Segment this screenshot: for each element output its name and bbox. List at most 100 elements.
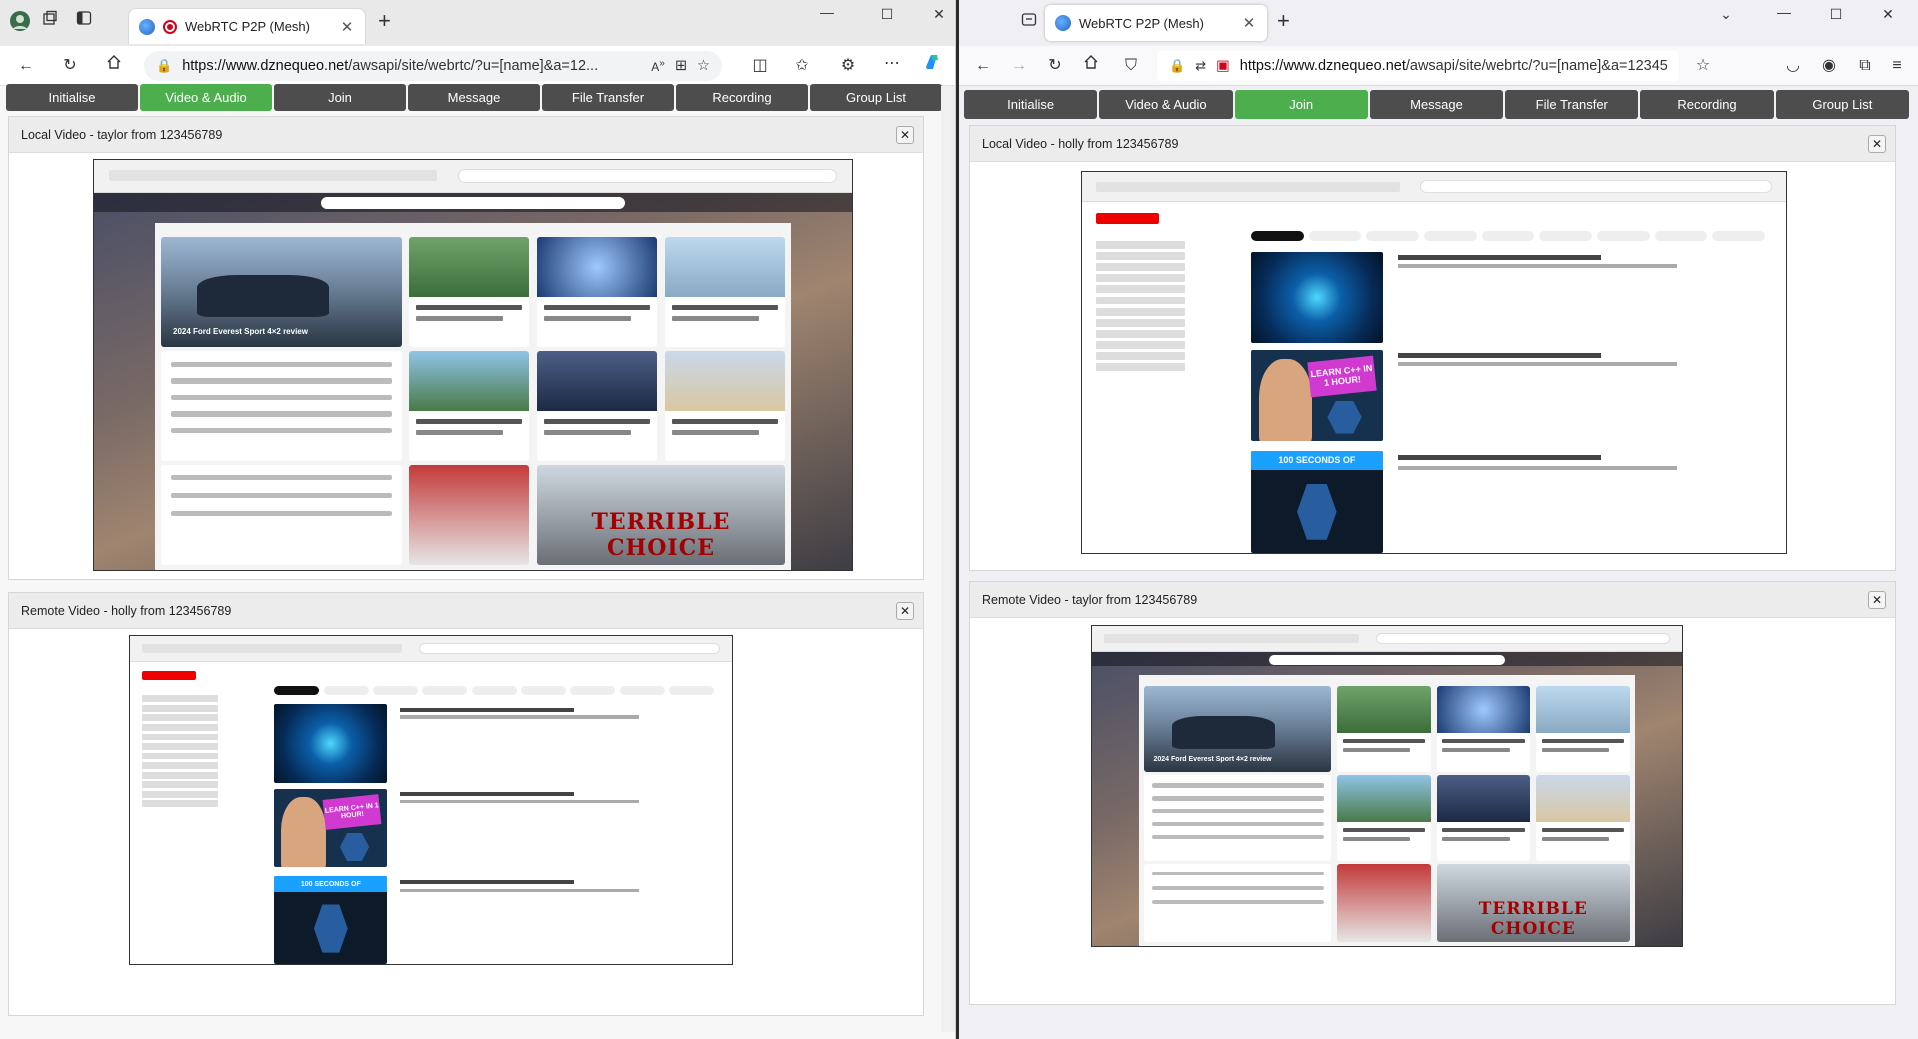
video-caption: 2024 Ford Everest Sport 4×2 review bbox=[1153, 756, 1272, 764]
url-path: /awsapi/site/webrtc/?u=[name]&a=12345 bbox=[1405, 58, 1667, 74]
tab-close-icon[interactable]: ✕ bbox=[1241, 14, 1257, 32]
app-menu-icon[interactable]: ≡ bbox=[1885, 54, 1909, 78]
lock-icon: 🔒 bbox=[156, 58, 173, 73]
video-banner: TERRIBLE CHOICE bbox=[1478, 898, 1588, 939]
remote-video-close-icon[interactable]: ✕ bbox=[1868, 591, 1886, 609]
tab-actions-icon[interactable] bbox=[72, 10, 96, 34]
remote-video-title: Remote Video - taylor from 123456789 bbox=[970, 582, 1895, 618]
address-bar-area: ← ↻ 🔒 https://www.dznequeo.net/awsapi/si… bbox=[0, 46, 955, 86]
tab-overview-icon[interactable] bbox=[1017, 11, 1041, 35]
site-favicon-icon bbox=[139, 18, 155, 35]
window-close-icon[interactable]: ✕ bbox=[924, 6, 954, 23]
group-list-button[interactable]: Group List bbox=[1775, 90, 1909, 119]
active-tab[interactable]: WebRTC P2P (Mesh) ✕ bbox=[128, 8, 366, 44]
shared-screen-microsoft-start: 2024 Ford Everest Sport 4×2 review TERRI… bbox=[94, 192, 852, 570]
maximize-icon[interactable]: ☐ bbox=[1821, 6, 1851, 23]
minimize-icon[interactable]: — bbox=[1769, 4, 1799, 20]
file-transfer-button[interactable]: File Transfer bbox=[542, 84, 674, 111]
group-list-button[interactable]: Group List bbox=[810, 84, 942, 111]
join-button[interactable]: Join bbox=[1234, 90, 1368, 119]
local-video-panel: Local Video - taylor from 123456789 ✕ 20… bbox=[8, 116, 924, 580]
tracking-shield-icon[interactable]: ⛉ bbox=[1119, 54, 1143, 78]
camera-sharing-icon[interactable]: ▣ bbox=[1216, 58, 1230, 74]
video-audio-button[interactable]: Video & Audio bbox=[1099, 90, 1233, 119]
message-button[interactable]: Message bbox=[1369, 90, 1504, 119]
page-scrollbar[interactable] bbox=[1904, 86, 1918, 1032]
url-field[interactable]: 🔒 https://www.dznequeo.net/awsapi/site/w… bbox=[144, 51, 722, 81]
tab-strip: WebRTC P2P (Mesh) ✕ + — ☐ ✕ bbox=[0, 0, 955, 46]
remote-video-stream: LEARN C++ IN 1 HOUR! 100 SECONDS OF bbox=[129, 635, 733, 965]
url-field[interactable]: 🔒 ⇄ ▣ https://www.dznequeo.net/awsapi/si… bbox=[1157, 51, 1679, 81]
maximize-icon[interactable]: ☐ bbox=[872, 6, 902, 23]
bookmark-star-icon[interactable]: ☆ bbox=[1691, 54, 1715, 78]
video-caption: 2024 Ford Everest Sport 4×2 review bbox=[173, 326, 308, 336]
read-aloud-icon[interactable]: A» bbox=[651, 58, 665, 74]
url-domain: https://www.dznequeo.net bbox=[1239, 58, 1406, 74]
remote-video-panel: Remote Video - taylor from 123456789 ✕ 2… bbox=[969, 581, 1896, 1005]
initialise-button[interactable]: Initialise bbox=[6, 84, 138, 111]
shared-screen-microsoft-start: 2024 Ford Everest Sport 4×2 review TERRI… bbox=[1092, 651, 1682, 946]
back-icon[interactable]: ← bbox=[971, 54, 995, 78]
video-audio-button[interactable]: Video & Audio bbox=[140, 84, 272, 111]
browser-window-left: WebRTC P2P (Mesh) ✕ + — ☐ ✕ ← ↻ 🔒 https:… bbox=[0, 0, 956, 1039]
site-favicon-icon bbox=[1055, 15, 1071, 31]
shared-screen-youtube: LEARN C++ IN 1 HOUR! 100 SECONDS OF bbox=[130, 662, 732, 964]
app-toolbar: Initialise Video & Audio Join Message Fi… bbox=[964, 90, 1909, 119]
new-tab-icon[interactable]: + bbox=[1277, 8, 1290, 34]
recording-indicator-icon bbox=[163, 19, 177, 34]
url-domain: https://www.dznequeo.net bbox=[182, 58, 349, 74]
new-tab-icon[interactable]: + bbox=[378, 8, 391, 34]
video-banner: TERRIBLE CHOICE bbox=[591, 508, 731, 561]
home-icon[interactable] bbox=[1079, 54, 1103, 78]
shared-screen-youtube: LEARN C++ IN 1 HOUR! 100 SECONDS OF bbox=[1082, 202, 1786, 553]
initialise-button[interactable]: Initialise bbox=[964, 90, 1098, 119]
local-video-stream: 2024 Ford Everest Sport 4×2 review TERRI… bbox=[93, 159, 853, 571]
desktop: WebRTC P2P (Mesh) ✕ + — ☐ ✕ ← ↻ 🔒 https:… bbox=[0, 0, 1918, 1039]
browser-window-right: WebRTC P2P (Mesh) ✕ + ⌄ — ☐ ✕ ← → ↻ ⛉ 🔒 … bbox=[959, 0, 1918, 1039]
account-icon[interactable]: ◉ bbox=[1817, 54, 1841, 78]
window-close-icon[interactable]: ✕ bbox=[1873, 6, 1903, 23]
permissions-icon[interactable]: ⇄ bbox=[1195, 58, 1206, 74]
more-menu-icon[interactable]: ⋯ bbox=[880, 52, 904, 76]
recording-button[interactable]: Recording bbox=[676, 84, 808, 111]
workspaces-icon[interactable] bbox=[38, 10, 62, 34]
favorite-star-icon[interactable]: ☆ bbox=[697, 58, 710, 74]
message-button[interactable]: Message bbox=[408, 84, 540, 111]
extensions-icon[interactable]: ⧉ bbox=[1853, 54, 1877, 78]
join-button[interactable]: Join bbox=[274, 84, 406, 111]
file-transfer-button[interactable]: File Transfer bbox=[1505, 90, 1639, 119]
page-scrollbar[interactable] bbox=[941, 86, 955, 1032]
list-all-tabs-icon[interactable]: ⌄ bbox=[1711, 6, 1741, 23]
remote-video-stream: 2024 Ford Everest Sport 4×2 review TERRI… bbox=[1091, 625, 1683, 947]
split-screen-icon[interactable]: ◫ bbox=[748, 54, 772, 78]
back-icon[interactable]: ← bbox=[14, 54, 38, 78]
local-video-close-icon[interactable]: ✕ bbox=[1868, 135, 1886, 153]
app-toolbar: Initialise Video & Audio Join Message Fi… bbox=[6, 84, 942, 111]
app-available-icon[interactable]: ⊞ bbox=[675, 58, 687, 74]
remote-video-close-icon[interactable]: ✕ bbox=[896, 602, 914, 620]
pocket-icon[interactable]: ◡ bbox=[1781, 54, 1805, 78]
thumb-text: LEARN C++ IN 1 HOUR! bbox=[1307, 355, 1377, 397]
local-video-title: Local Video - taylor from 123456789 bbox=[9, 117, 923, 153]
local-video-panel: Local Video - holly from 123456789 ✕ LEA… bbox=[969, 125, 1896, 571]
home-icon[interactable] bbox=[102, 54, 126, 78]
local-video-close-icon[interactable]: ✕ bbox=[896, 126, 914, 144]
copilot-icon[interactable] bbox=[920, 52, 944, 80]
favorites-icon[interactable]: ✩ bbox=[790, 54, 814, 78]
minimize-icon[interactable]: — bbox=[812, 4, 842, 20]
tab-title: WebRTC P2P (Mesh) bbox=[185, 19, 310, 34]
url-path: /awsapi/site/webrtc/?u=[name]&a=12... bbox=[348, 58, 599, 74]
active-tab[interactable]: WebRTC P2P (Mesh) ✕ bbox=[1045, 5, 1267, 41]
remote-video-title: Remote Video - holly from 123456789 bbox=[9, 593, 923, 629]
refresh-icon[interactable]: ↻ bbox=[58, 54, 82, 78]
profile-avatar-icon[interactable] bbox=[8, 10, 32, 40]
refresh-icon[interactable]: ↻ bbox=[1043, 54, 1067, 78]
tab-close-icon[interactable]: ✕ bbox=[339, 18, 355, 36]
thumb-text: LEARN C++ IN 1 HOUR! bbox=[322, 793, 382, 830]
tab-strip: WebRTC P2P (Mesh) ✕ + ⌄ — ☐ ✕ bbox=[959, 0, 1918, 46]
lock-icon: 🔒 bbox=[1169, 58, 1186, 73]
forward-icon[interactable]: → bbox=[1007, 54, 1031, 78]
extensions-icon[interactable]: ⚙ bbox=[836, 54, 860, 78]
tab-title: WebRTC P2P (Mesh) bbox=[1079, 15, 1204, 31]
recording-button[interactable]: Recording bbox=[1640, 90, 1774, 119]
